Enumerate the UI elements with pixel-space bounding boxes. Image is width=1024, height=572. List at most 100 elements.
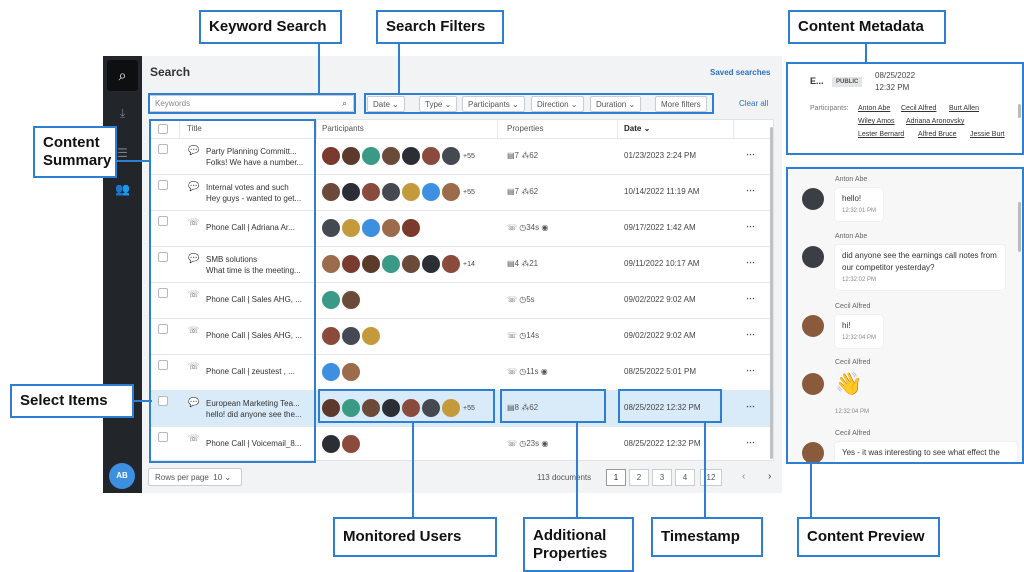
participant-link[interactable]: Adriana Aronovsky [906, 118, 964, 125]
select-all-checkbox[interactable] [158, 124, 168, 134]
participant-avatar[interactable] [442, 183, 460, 201]
participants-header[interactable]: Participants [322, 120, 502, 138]
participant-avatar[interactable] [322, 291, 340, 309]
participant-avatar[interactable] [322, 219, 340, 237]
page-1[interactable]: 1 [606, 469, 626, 486]
more-participants[interactable]: +55 [463, 189, 475, 196]
row-menu-icon[interactable]: ⋯ [746, 365, 755, 376]
row-checkbox[interactable] [158, 144, 168, 154]
participant-avatar[interactable] [322, 363, 340, 381]
participant-link[interactable]: Cecil Alfred [901, 105, 936, 112]
participant-avatar[interactable] [342, 327, 360, 345]
row-menu-icon[interactable]: ⋯ [746, 437, 755, 448]
participant-avatar[interactable] [442, 399, 460, 417]
user-avatar[interactable]: AB [109, 463, 135, 489]
participant-avatar[interactable] [362, 219, 380, 237]
participant-avatar[interactable] [402, 183, 420, 201]
row-checkbox[interactable] [158, 360, 168, 370]
page-4[interactable]: 4 [675, 469, 695, 486]
page-3[interactable]: 3 [652, 469, 672, 486]
metadata-scrollbar[interactable] [1018, 104, 1021, 118]
participant-avatar[interactable] [342, 363, 360, 381]
row-checkbox[interactable] [158, 252, 168, 262]
participant-avatar[interactable] [322, 435, 340, 453]
participant-link[interactable]: Wiley Amos [858, 118, 895, 125]
row-menu-icon[interactable]: ⋯ [746, 221, 755, 232]
row-checkbox[interactable] [158, 396, 168, 406]
participant-link[interactable]: Anton Abe [858, 105, 890, 112]
next-page-icon[interactable]: › [768, 471, 771, 482]
table-row[interactable]: 💬 Internal votes and such Hey guys - wante… [150, 174, 773, 210]
date-header[interactable]: Date ⌄ [624, 120, 734, 138]
prev-page-icon[interactable]: ‹ [742, 471, 745, 482]
direction-filter[interactable]: Direction ⌄ [531, 96, 584, 112]
table-row[interactable]: 💬 SMB solutions What time is the meeting..… [150, 246, 773, 282]
row-checkbox[interactable] [158, 324, 168, 334]
participants-filter[interactable]: Participants ⌄ [462, 96, 525, 112]
table-row[interactable]: ☏ Phone Call | Adriana Ar... ☏ ◷34s ◉ 09/17… [150, 210, 773, 246]
participant-avatar[interactable] [402, 147, 420, 165]
row-checkbox[interactable] [158, 180, 168, 190]
participant-avatar[interactable] [362, 255, 380, 273]
participant-avatar[interactable] [322, 183, 340, 201]
participant-avatar[interactable] [322, 399, 340, 417]
table-row[interactable]: 💬 European Marketing Tea... hello! did any… [150, 390, 773, 426]
participant-avatar[interactable] [382, 183, 400, 201]
more-participants[interactable]: +55 [463, 405, 475, 412]
participant-avatar[interactable] [422, 147, 440, 165]
participant-avatar[interactable] [342, 435, 360, 453]
search-input[interactable]: Keywords ⌕ [148, 95, 354, 112]
table-scrollbar[interactable] [770, 127, 773, 459]
users-icon[interactable]: 👥 [103, 182, 142, 196]
participant-link[interactable]: Alfred Bruce [918, 131, 957, 138]
participant-avatar[interactable] [442, 255, 460, 273]
table-row[interactable]: 💬 Party Planning Committ... Folks! We have… [150, 138, 773, 174]
participant-avatar[interactable] [402, 399, 420, 417]
participant-avatar[interactable] [442, 147, 460, 165]
row-menu-icon[interactable]: ⋯ [746, 149, 755, 160]
preview-scrollbar[interactable] [1018, 202, 1021, 252]
participant-avatar[interactable] [342, 291, 360, 309]
rows-per-page-select[interactable]: Rows per page 10 ⌄ [148, 468, 242, 486]
participant-link[interactable]: Burt Allen [949, 105, 979, 112]
row-checkbox[interactable] [158, 432, 168, 442]
clear-all-link[interactable]: Clear all [739, 99, 768, 108]
participant-avatar[interactable] [362, 399, 380, 417]
table-row[interactable]: ☏ Phone Call | Sales AHG, ... ☏ ◷5s 09/02/2… [150, 282, 773, 318]
participant-avatar[interactable] [342, 399, 360, 417]
search-nav-icon[interactable]: ⌕ [107, 60, 138, 91]
participant-avatar[interactable] [382, 255, 400, 273]
participant-avatar[interactable] [342, 183, 360, 201]
participant-avatar[interactable] [422, 255, 440, 273]
title-header[interactable]: Title [187, 120, 319, 138]
row-menu-icon[interactable]: ⋯ [746, 185, 755, 196]
row-menu-icon[interactable]: ⋯ [746, 329, 755, 340]
download-icon[interactable]: ⤓ [103, 106, 142, 121]
row-checkbox[interactable] [158, 216, 168, 226]
table-row[interactable]: ☏ Phone Call | Voicemail_8... ☏ ◷23s ◉ 08/2… [150, 426, 773, 460]
participant-avatar[interactable] [322, 147, 340, 165]
row-menu-icon[interactable]: ⋯ [746, 293, 755, 304]
row-checkbox[interactable] [158, 288, 168, 298]
table-row[interactable]: ☏ Phone Call | Sales AHG, ... ☏ ◷14s 09/02/… [150, 318, 773, 354]
participant-link[interactable]: Jessie Burt [970, 131, 1005, 138]
participant-avatar[interactable] [422, 183, 440, 201]
participant-avatar[interactable] [362, 147, 380, 165]
participant-avatar[interactable] [382, 147, 400, 165]
participant-avatar[interactable] [342, 219, 360, 237]
participant-avatar[interactable] [322, 255, 340, 273]
participant-avatar[interactable] [382, 399, 400, 417]
properties-header[interactable]: Properties [507, 120, 617, 138]
participant-avatar[interactable] [322, 327, 340, 345]
participant-avatar[interactable] [422, 399, 440, 417]
participant-avatar[interactable] [342, 147, 360, 165]
participant-avatar[interactable] [402, 219, 420, 237]
saved-searches-link[interactable]: Saved searches [710, 68, 771, 77]
more-participants[interactable]: +55 [463, 153, 475, 160]
participant-avatar[interactable] [342, 255, 360, 273]
participant-link[interactable]: Lester Bernard [858, 131, 904, 138]
date-filter[interactable]: Date ⌄ [367, 96, 405, 112]
row-menu-icon[interactable]: ⋯ [746, 257, 755, 268]
participant-avatar[interactable] [362, 183, 380, 201]
participant-avatar[interactable] [382, 219, 400, 237]
